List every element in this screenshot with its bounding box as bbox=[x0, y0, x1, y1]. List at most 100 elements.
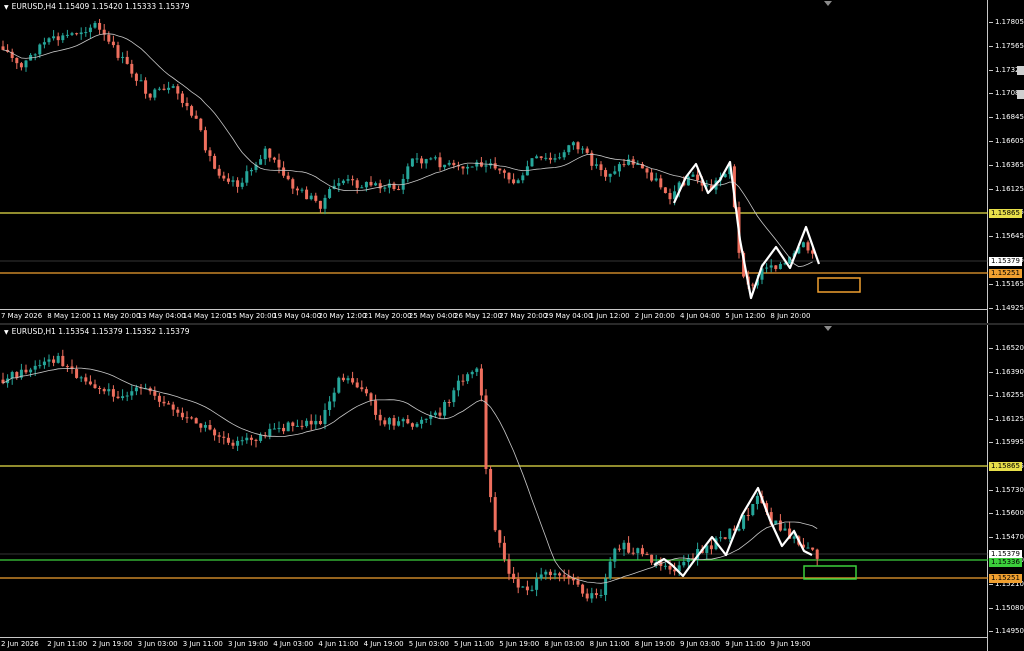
price-label: 1.15730 bbox=[995, 485, 1024, 494]
candle-body bbox=[157, 395, 161, 402]
time-label: 21 May 20:00 bbox=[363, 312, 412, 320]
price-tick bbox=[989, 607, 993, 609]
candle-body bbox=[512, 179, 516, 184]
candle-body bbox=[691, 174, 695, 177]
candle-body bbox=[548, 157, 552, 160]
candle-body bbox=[75, 33, 79, 35]
candle-body bbox=[15, 372, 19, 378]
candle-body bbox=[286, 422, 290, 432]
candle-body bbox=[438, 412, 442, 416]
time-axis-h4[interactable]: 7 May 2026 8 May 12:00 11 May 20:00 13 May … bbox=[0, 309, 988, 323]
price-label: 1.17565 bbox=[995, 41, 1024, 50]
candle-body bbox=[153, 89, 157, 98]
chart-shift-icon[interactable] bbox=[824, 326, 832, 331]
candle-body bbox=[337, 377, 341, 393]
candle-body bbox=[811, 547, 815, 550]
candle-body bbox=[153, 391, 157, 396]
candle-body bbox=[134, 387, 138, 392]
candle-body bbox=[585, 593, 589, 599]
candle-body bbox=[410, 423, 414, 427]
candle-body bbox=[222, 436, 226, 438]
time-label: 4 Jun 03:00 bbox=[273, 640, 314, 648]
candle-body bbox=[162, 401, 166, 404]
candle-body bbox=[61, 355, 65, 367]
candle-body bbox=[470, 166, 474, 168]
candle-body bbox=[38, 365, 42, 367]
price-tick bbox=[989, 307, 993, 309]
candle-body bbox=[778, 264, 782, 269]
pattern-annotation-line bbox=[673, 160, 821, 300]
candle-body bbox=[576, 580, 580, 585]
candle-body bbox=[364, 389, 368, 394]
price-tick bbox=[989, 489, 993, 491]
candle-body bbox=[300, 189, 304, 191]
price-label: 1.15080 bbox=[995, 603, 1024, 612]
plot-area-h4[interactable] bbox=[0, 0, 988, 323]
price-tick bbox=[989, 442, 993, 444]
candle-body bbox=[608, 173, 612, 177]
candle-body bbox=[19, 63, 23, 68]
candle-body bbox=[719, 537, 723, 539]
candle-body bbox=[176, 86, 180, 94]
price-chart-h4[interactable] bbox=[0, 0, 988, 323]
moving-average-line bbox=[2, 367, 818, 584]
candle-body bbox=[346, 179, 350, 181]
time-axis-h1[interactable]: 2 Jun 2026 2 Jun 11:00 2 Jun 19:00 3 Jun 03… bbox=[0, 637, 988, 651]
scale-toggle-icon[interactable] bbox=[1017, 66, 1024, 75]
candle-body bbox=[466, 374, 470, 382]
candle-body bbox=[291, 422, 295, 427]
price-chart-h1[interactable] bbox=[0, 325, 988, 651]
time-label: 11 May 20:00 bbox=[92, 312, 141, 320]
chart-panel-h4[interactable]: ▼ EURUSD,H4 1.15409 1.15420 1.15333 1.153… bbox=[0, 0, 1024, 323]
candle-body bbox=[461, 166, 465, 169]
scale-toggle-icon[interactable] bbox=[1017, 90, 1024, 99]
price-label: 1.15645 bbox=[995, 232, 1024, 241]
time-label: 1 Jun 12:00 bbox=[589, 312, 630, 320]
price-tick bbox=[989, 395, 993, 397]
candle-body bbox=[107, 389, 111, 392]
candle-body bbox=[75, 369, 79, 378]
candle-body bbox=[47, 359, 51, 362]
chart-panel-h1[interactable]: ▼ EURUSD,H1 1.15354 1.15379 1.15352 1.153… bbox=[0, 325, 1024, 651]
candle-body bbox=[682, 561, 686, 566]
candle-body bbox=[213, 155, 217, 169]
candle-body bbox=[470, 371, 474, 375]
candle-body bbox=[783, 528, 787, 531]
chart-shift-icon[interactable] bbox=[824, 1, 832, 6]
candle-body bbox=[98, 22, 102, 30]
candle-body bbox=[406, 419, 410, 424]
candle-body bbox=[742, 514, 746, 529]
plot-area-h1[interactable] bbox=[0, 325, 988, 651]
candle-body bbox=[139, 80, 143, 82]
triangle-down-icon[interactable]: ▼ bbox=[4, 329, 9, 336]
price-label: 1.16125 bbox=[995, 184, 1024, 193]
candle-body bbox=[369, 181, 373, 186]
candle-body bbox=[576, 142, 580, 150]
candle-body bbox=[512, 573, 516, 580]
candle-body bbox=[604, 578, 608, 595]
candle-body bbox=[696, 174, 700, 181]
candle-body bbox=[130, 391, 134, 396]
candle-body bbox=[65, 366, 69, 368]
price-tick bbox=[989, 513, 993, 515]
candle-body bbox=[585, 148, 589, 153]
triangle-down-icon[interactable]: ▼ bbox=[4, 4, 9, 11]
candle-body bbox=[539, 156, 543, 159]
candle-body bbox=[530, 158, 534, 167]
candle-body bbox=[516, 180, 520, 184]
candle-body bbox=[121, 396, 125, 399]
candle-body bbox=[259, 159, 263, 165]
moving-average-line bbox=[2, 33, 813, 268]
candle-body bbox=[328, 401, 332, 410]
candle-body bbox=[56, 355, 60, 363]
candle-body bbox=[185, 102, 189, 107]
price-tick bbox=[989, 236, 993, 238]
price-axis-h1[interactable]: 1.16520 1.16390 1.16255 1.16125 1.15995 1.158… bbox=[989, 325, 1024, 651]
candle-body bbox=[208, 425, 212, 430]
candle-body bbox=[272, 157, 276, 160]
candle-body bbox=[774, 265, 778, 269]
candle-body bbox=[567, 145, 571, 153]
candle-body bbox=[594, 593, 598, 596]
candle-body bbox=[433, 412, 437, 416]
time-label: 14 May 12:00 bbox=[182, 312, 231, 320]
